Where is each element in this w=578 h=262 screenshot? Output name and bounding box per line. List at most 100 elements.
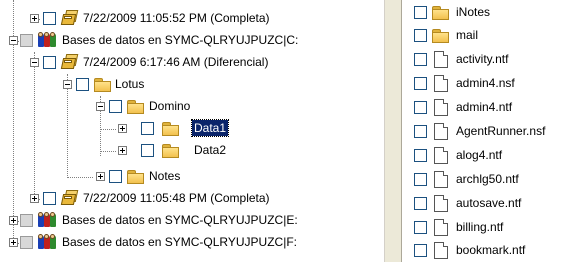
tree-row[interactable]: Domino (0, 96, 384, 116)
folder-icon (432, 29, 450, 43)
collapse-icon[interactable] (9, 36, 18, 45)
list-item[interactable]: bookmark.ntf (402, 240, 578, 260)
list-item[interactable]: archlg50.ntf (402, 169, 578, 189)
database-icon (38, 234, 58, 250)
tree-row-label: Bases de datos en SYMC-QLRYUJPUZC|F: (62, 235, 297, 249)
checkbox[interactable] (414, 53, 427, 66)
checkbox[interactable] (43, 192, 56, 205)
checkbox[interactable] (43, 12, 56, 25)
tree-row[interactable]: 7/24/2009 6:17:46 AM (Diferencial) (0, 52, 384, 72)
checkbox[interactable] (141, 144, 154, 157)
tree-row[interactable]: Data2 (0, 140, 384, 160)
tree-row[interactable]: Lotus (0, 74, 384, 94)
list-item[interactable]: iNotes (402, 2, 578, 22)
tree-row-label: Bases de datos en SYMC-QLRYUJPUZC|E: (62, 213, 298, 227)
tree-row-label: Notes (149, 169, 181, 183)
file-list-pane[interactable]: iNotes mail activity.ntf admin4.nsf admi… (402, 0, 578, 262)
list-item[interactable]: activity.ntf (402, 49, 578, 69)
expand-icon[interactable] (30, 14, 39, 23)
checkbox[interactable] (109, 100, 122, 113)
file-icon (434, 171, 448, 188)
checkbox[interactable] (414, 149, 427, 162)
expand-icon[interactable] (30, 194, 39, 203)
list-item[interactable]: billing.ntf (402, 217, 578, 237)
tree-row[interactable]: Bases de datos en SYMC-QLRYUJPUZC|F: (0, 232, 384, 252)
tree-row-label: 7/24/2009 6:17:46 AM (Diferencial) (83, 55, 269, 69)
list-item-label: iNotes (456, 5, 491, 19)
list-item-label: alog4.ntf (456, 148, 503, 162)
list-item-label: admin4.nsf (456, 76, 515, 90)
checkbox[interactable] (414, 197, 427, 210)
list-item-label: admin4.ntf (456, 100, 513, 114)
expand-icon[interactable] (118, 146, 127, 155)
checkbox[interactable] (414, 221, 427, 234)
backup-icon (60, 190, 79, 206)
checkbox[interactable] (414, 6, 427, 19)
file-icon (434, 75, 448, 92)
expand-icon[interactable] (118, 124, 127, 133)
checkbox[interactable] (414, 125, 427, 138)
list-item-label: activity.ntf (456, 52, 509, 66)
checkbox[interactable] (20, 214, 33, 227)
tree-row[interactable]: Bases de datos en SYMC-QLRYUJPUZC|C: (0, 30, 384, 50)
file-icon (434, 99, 448, 116)
tree-row[interactable]: 7/22/2009 11:05:48 PM (Completa) (0, 188, 384, 208)
list-item-label: mail (456, 28, 479, 42)
checkbox[interactable] (414, 77, 427, 90)
tree-row-label: 7/22/2009 11:05:48 PM (Completa) (83, 191, 270, 205)
collapse-icon[interactable] (63, 80, 72, 89)
folder-icon (162, 144, 180, 158)
list-item[interactable]: mail (402, 25, 578, 45)
folder-icon (127, 170, 145, 184)
expand-icon[interactable] (9, 216, 18, 225)
checkbox[interactable] (141, 122, 154, 135)
file-icon (434, 195, 448, 212)
checkbox[interactable] (414, 173, 427, 186)
tree-row[interactable]: Bases de datos en SYMC-QLRYUJPUZC|E: (0, 210, 384, 230)
collapse-icon[interactable] (96, 102, 105, 111)
list-item[interactable]: autosave.ntf (402, 193, 578, 213)
list-item[interactable]: alog4.ntf (402, 145, 578, 165)
list-item-label: archlg50.ntf (456, 172, 519, 186)
list-item-label: bookmark.ntf (456, 243, 526, 257)
checkbox[interactable] (414, 29, 427, 42)
database-icon (38, 32, 58, 48)
tree-row-label: Lotus (115, 77, 145, 91)
file-icon (434, 242, 448, 259)
folder-icon (94, 78, 112, 92)
collapse-icon[interactable] (30, 58, 39, 67)
expand-icon[interactable] (9, 238, 18, 247)
backup-icon (60, 54, 79, 70)
tree-row[interactable]: Notes (0, 166, 384, 186)
list-item[interactable]: AgentRunner.nsf (402, 121, 578, 141)
file-icon (434, 147, 448, 164)
tree-row-label: 7/22/2009 11:05:52 PM (Completa) (83, 11, 270, 25)
tree-row-label: Domino (149, 99, 191, 113)
database-icon (38, 212, 58, 228)
tree-row[interactable]: Data1 (0, 118, 384, 138)
expand-icon[interactable] (96, 172, 105, 181)
checkbox[interactable] (414, 244, 427, 257)
folder-icon (162, 122, 180, 136)
file-icon (434, 123, 448, 140)
checkbox[interactable] (109, 170, 122, 183)
list-item[interactable]: admin4.ntf (402, 97, 578, 117)
list-item-label: autosave.ntf (456, 196, 522, 210)
list-item[interactable]: admin4.nsf (402, 73, 578, 93)
checkbox[interactable] (20, 236, 33, 249)
checkbox[interactable] (414, 101, 427, 114)
tree-row-label: Data2 (194, 143, 227, 157)
checkbox[interactable] (20, 34, 33, 47)
list-item-label: AgentRunner.nsf (456, 124, 546, 138)
tree-row[interactable]: 7/22/2009 11:05:52 PM (Completa) (0, 8, 384, 28)
checkbox[interactable] (76, 78, 89, 91)
tree-row-label-selected: Data1 (190, 119, 230, 137)
checkbox[interactable] (43, 56, 56, 69)
folder-icon (127, 100, 145, 114)
pane-splitter[interactable] (384, 0, 402, 262)
backup-icon (60, 10, 79, 26)
backup-tree-pane[interactable]: 7/22/2009 11:05:52 PM (Completa) Bases d… (0, 0, 384, 262)
file-icon (434, 219, 448, 236)
file-icon (434, 51, 448, 68)
list-item-label: billing.ntf (456, 220, 504, 234)
